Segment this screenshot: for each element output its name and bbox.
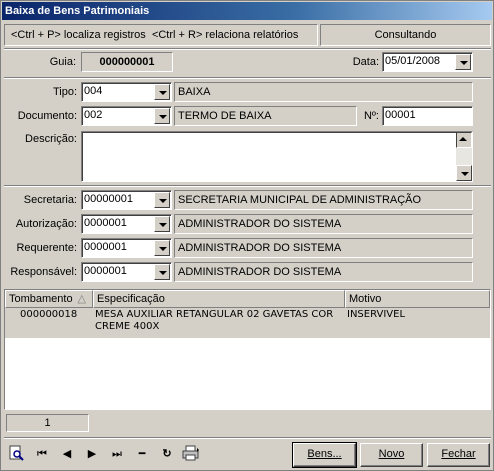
bens-button-label: Bens...	[307, 448, 342, 460]
chevron-down-icon[interactable]	[154, 240, 170, 256]
data-value: 05/01/2008	[385, 55, 441, 67]
secretaria-label: Secretaria:	[23, 194, 77, 206]
column-header-label: Tombamento	[9, 293, 73, 305]
status-hint-reports: <Ctrl + R> relaciona relatórios	[151, 29, 299, 41]
cell-motivo: INSERVIVEL	[347, 309, 406, 320]
secretaria-description: SECRETARIA MUNICIPAL DE ADMINISTRAÇÃO	[174, 190, 473, 210]
responsavel-description: ADMINISTRADOR DO SISTEMA	[174, 262, 473, 282]
cell-tombamento: 000000018	[20, 309, 78, 320]
autorizacao-code: 0000001	[84, 217, 127, 229]
data-label: Data:	[352, 56, 379, 68]
chevron-down-icon[interactable]	[154, 192, 170, 208]
main-window: Baixa de Bens Patrimoniais <Ctrl + P> lo…	[0, 0, 494, 471]
documento-field[interactable]: 002	[81, 106, 172, 126]
search-icon[interactable]	[7, 445, 25, 463]
requerente-description: ADMINISTRADOR DO SISTEMA	[174, 238, 473, 258]
fechar-button-label: Fechar	[441, 448, 476, 460]
tipo-description: BAIXA	[174, 82, 473, 102]
chevron-down-icon[interactable]	[154, 216, 170, 232]
tipo-label: Tipo:	[52, 86, 77, 98]
status-bar: <Ctrl + P> localiza registros <Ctrl + R>…	[4, 24, 491, 46]
chevron-down-icon[interactable]	[154, 264, 170, 280]
autorizacao-label: Autorização:	[15, 218, 77, 230]
status-hint-locate: <Ctrl + P> localiza registros	[11, 29, 146, 41]
refresh-icon[interactable]: ↻	[158, 445, 176, 463]
numero-label: Nº:	[363, 110, 379, 122]
responsavel-field[interactable]: 0000001	[81, 262, 172, 282]
record-counter: 1	[6, 414, 89, 432]
documento-label: Documento:	[17, 110, 77, 122]
scroll-down-icon[interactable]	[456, 165, 472, 181]
secretaria-field[interactable]: 00000001	[81, 190, 172, 210]
next-record-icon[interactable]: ▶	[83, 445, 101, 463]
delete-icon[interactable]: ━	[133, 445, 151, 463]
scroll-up-icon[interactable]	[456, 132, 472, 148]
tipo-code: 004	[84, 85, 103, 97]
autorizacao-description: ADMINISTRADOR DO SISTEMA	[174, 214, 473, 234]
fechar-button[interactable]: Fechar	[427, 443, 490, 467]
requerente-label: Requerente:	[16, 242, 77, 254]
requerente-field[interactable]: 0000001	[81, 238, 172, 258]
column-header-especificacao[interactable]: Especificação	[93, 290, 345, 308]
responsavel-label: Responsável:	[10, 266, 77, 278]
tipo-field[interactable]: 004	[81, 82, 172, 102]
autorizacao-field[interactable]: 0000001	[81, 214, 172, 234]
guia-field: 000000001	[81, 52, 173, 72]
documento-code: 002	[84, 109, 103, 121]
requerente-code: 0000001	[84, 241, 127, 253]
column-header-motivo[interactable]: Motivo	[345, 290, 490, 308]
separator	[4, 185, 491, 187]
descricao-scrollbar[interactable]	[456, 132, 472, 181]
responsavel-code: 0000001	[84, 265, 127, 277]
status-mode: Consultando	[320, 24, 491, 46]
first-record-icon[interactable]: ⏮	[33, 445, 51, 463]
window-title: Baixa de Bens Patrimoniais	[2, 2, 492, 20]
bens-button[interactable]: Bens...	[292, 442, 357, 468]
items-grid[interactable]: Tombamento △ Especificação Motivo 000000…	[4, 289, 491, 410]
sort-ascending-icon: △	[77, 293, 86, 305]
separator	[4, 48, 491, 50]
secretaria-code: 00000001	[84, 193, 133, 205]
novo-button-label: Novo	[378, 448, 405, 460]
chevron-down-icon[interactable]	[455, 54, 471, 70]
descricao-label: Descrição:	[25, 133, 77, 145]
separator	[4, 77, 491, 79]
chevron-down-icon[interactable]	[154, 84, 170, 100]
guia-label: Guia:	[49, 56, 76, 68]
print-icon[interactable]	[182, 445, 200, 463]
status-hints: <Ctrl + P> localiza registros <Ctrl + R>…	[4, 24, 318, 46]
descricao-textarea[interactable]	[81, 131, 473, 182]
previous-record-icon[interactable]: ◀	[58, 445, 76, 463]
numero-field[interactable]: 00001	[382, 106, 473, 126]
data-field[interactable]: 05/01/2008	[382, 52, 473, 72]
separator	[4, 437, 491, 439]
cell-especificacao: MESA AUXILIAR RETANGULAR 02 GAVETAS COR …	[95, 309, 334, 332]
documento-description: TERMO DE BAIXA	[174, 106, 357, 126]
last-record-icon[interactable]: ⏭	[108, 445, 126, 463]
column-header-tombamento[interactable]: Tombamento △	[5, 290, 93, 308]
table-row[interactable]: 000000018 MESA AUXILIAR RETANGULAR 02 GA…	[5, 308, 490, 338]
chevron-down-icon[interactable]	[154, 108, 170, 124]
novo-button[interactable]: Novo	[360, 443, 423, 467]
